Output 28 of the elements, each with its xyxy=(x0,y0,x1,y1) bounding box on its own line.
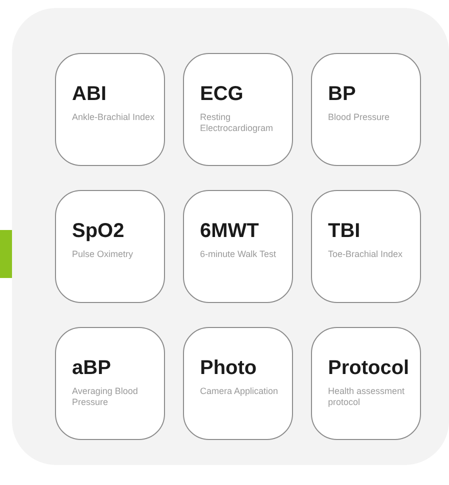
tile-subtitle: Camera Application xyxy=(200,386,278,397)
app-tile[interactable]: aBP Averaging Blood Pressure xyxy=(55,327,165,440)
tile-subtitle: Resting Electrocardiogram xyxy=(200,112,274,134)
app-tile[interactable]: BP Blood Pressure xyxy=(311,53,421,166)
app-tile[interactable]: ECG Resting Electrocardiogram xyxy=(183,53,293,166)
tile-subtitle: 6-minute Walk Test xyxy=(200,249,276,260)
app-tile[interactable]: TBI Toe-Brachial Index xyxy=(311,190,421,303)
tile-title: 6MWT xyxy=(200,219,259,243)
tile-title: Protocol xyxy=(328,356,410,380)
tile-subtitle: Ankle-Brachial Index xyxy=(72,112,155,123)
tile-title: SpO2 xyxy=(72,219,124,243)
tile-subtitle: Pulse Oximetry xyxy=(72,249,134,260)
side-marker xyxy=(0,230,12,278)
app-tile[interactable]: Photo Camera Application xyxy=(183,327,293,440)
app-tile[interactable]: 6MWT 6-minute Walk Test xyxy=(183,190,293,303)
tile-title: aBP xyxy=(72,356,111,380)
app-tile[interactable]: Protocol Health assessment protocol xyxy=(311,327,421,440)
tile-title: TBI xyxy=(328,219,360,243)
tile-subtitle: Blood Pressure xyxy=(328,112,390,123)
app-tile[interactable]: SpO2 Pulse Oximetry xyxy=(55,190,165,303)
app-tile[interactable]: ABI Ankle-Brachial Index xyxy=(55,53,165,166)
tile-subtitle: Health assessment protocol xyxy=(328,386,406,408)
tile-subtitle: Toe-Brachial Index xyxy=(328,249,403,260)
tile-title: BP xyxy=(328,82,356,106)
tile-title: ABI xyxy=(72,82,106,106)
tile-subtitle: Averaging Blood Pressure xyxy=(72,386,139,408)
tile-title: Photo xyxy=(200,356,257,380)
tile-title: ECG xyxy=(200,82,244,106)
